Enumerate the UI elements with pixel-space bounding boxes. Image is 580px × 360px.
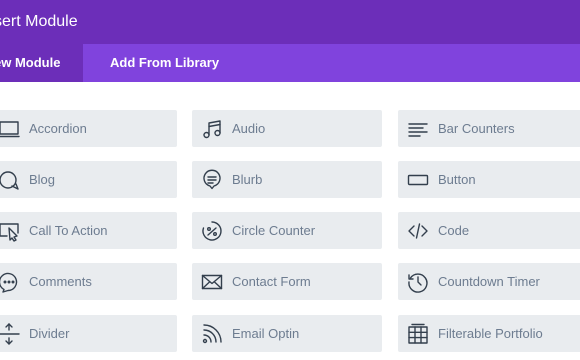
bar-counters-icon <box>406 117 430 141</box>
module-label: Bar Counters <box>438 121 515 136</box>
code-icon <box>406 219 430 243</box>
contact-form-icon <box>200 270 224 294</box>
module-tabs: ew Module Add From Library <box>0 44 580 82</box>
module-code[interactable]: Code <box>398 212 580 249</box>
accordion-icon <box>0 117 21 141</box>
module-label: Comments <box>29 274 92 289</box>
blog-icon <box>0 168 21 192</box>
dialog-title-bar: sert Module <box>0 0 580 44</box>
module-contact-form[interactable]: Contact Form <box>192 263 382 300</box>
module-button[interactable]: Button <box>398 161 580 198</box>
filterable-portfolio-icon <box>406 322 430 346</box>
audio-icon <box>200 117 224 141</box>
tab-add-from-library-label: Add From Library <box>110 55 220 70</box>
divider-icon <box>0 322 21 346</box>
module-comments[interactable]: Comments <box>0 263 177 300</box>
module-accordion[interactable]: Accordion <box>0 110 177 147</box>
module-label: Accordion <box>29 121 87 136</box>
button-icon <box>406 168 430 192</box>
module-label: Blog <box>29 172 56 187</box>
module-label: Email Optin <box>232 326 300 341</box>
module-label: Blurb <box>232 172 263 187</box>
module-audio[interactable]: Audio <box>192 110 382 147</box>
module-email-optin[interactable]: Email Optin <box>192 315 382 352</box>
module-label: Circle Counter <box>232 223 316 238</box>
module-label: Filterable Portfolio <box>438 326 543 341</box>
call-to-action-icon <box>0 219 21 243</box>
module-label: Button <box>438 172 476 187</box>
module-label: Countdown Timer <box>438 274 540 289</box>
module-divider[interactable]: Divider <box>0 315 177 352</box>
tab-add-from-library[interactable]: Add From Library <box>110 44 219 82</box>
blurb-icon <box>200 168 224 192</box>
dialog-title: sert Module <box>0 13 78 30</box>
circle-counter-icon <box>200 219 224 243</box>
email-optin-icon <box>200 322 224 346</box>
tab-new-module[interactable]: ew Module <box>0 44 83 82</box>
tab-new-module-label: ew Module <box>0 55 61 70</box>
module-circle-counter[interactable]: Circle Counter <box>192 212 382 249</box>
comments-icon <box>0 270 21 294</box>
module-blurb[interactable]: Blurb <box>192 161 382 198</box>
module-blog[interactable]: Blog <box>0 161 177 198</box>
module-label: Divider <box>29 326 70 341</box>
module-label: Code <box>438 223 470 238</box>
module-countdown-timer[interactable]: Countdown Timer <box>398 263 580 300</box>
countdown-timer-icon <box>406 270 430 294</box>
module-bar-counters[interactable]: Bar Counters <box>398 110 580 147</box>
module-label: Call To Action <box>29 223 108 238</box>
module-label: Audio <box>232 121 266 136</box>
module-label: Contact Form <box>232 274 311 289</box>
module-call-to-action[interactable]: Call To Action <box>0 212 177 249</box>
module-filterable-portfolio[interactable]: Filterable Portfolio <box>398 315 580 352</box>
